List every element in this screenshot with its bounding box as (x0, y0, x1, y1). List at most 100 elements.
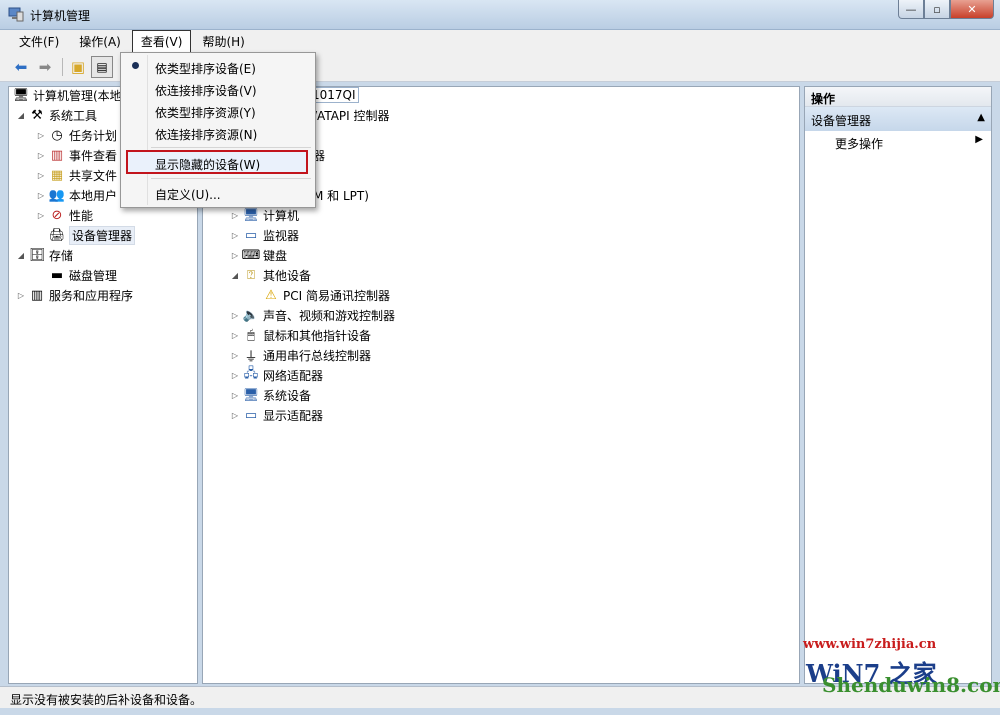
tree-item-storage[interactable]: ◢ 🗄 存储 (15, 245, 73, 265)
more-actions-item[interactable]: 更多操作 ▶ (805, 131, 991, 153)
toolbar-separator (62, 57, 63, 76)
expand-arrow-icon[interactable]: ▷ (35, 151, 47, 160)
menu-sort-resources-by-type[interactable]: 依类型排序资源(Y) (124, 100, 312, 122)
menu-item-label: 自定义(U)... (155, 188, 221, 202)
tree-item-local-users[interactable]: ▷ 👥 本地用户 (35, 185, 117, 205)
computer-mgmt-icon (8, 6, 24, 22)
tools-icon: ⚒ (31, 107, 43, 123)
tree-item-device-manager[interactable]: 🖨 设备管理器 (47, 225, 136, 245)
device-root-partial[interactable]: 1017QI (309, 85, 359, 105)
device-item-monitor[interactable]: ▷ ▭ 监视器 (229, 225, 299, 245)
tree-item-disk-management[interactable]: ▬ 磁盘管理 (47, 265, 117, 285)
device-item-keyboard[interactable]: ▷ ⌨ 键盘 (229, 245, 287, 265)
tree-root[interactable]: 🖥 计算机管理(本地 (11, 85, 122, 105)
menu-bar: 文件(F) 操作(A) 查看(V) 帮助(H) (0, 29, 1000, 53)
menu-item-label: 依连接排序设备(V) (155, 84, 257, 98)
minimize-button[interactable]: — (898, 0, 924, 19)
services-icon: ▥ (30, 287, 44, 303)
window-title: 计算机管理 (30, 9, 91, 23)
device-item-computer[interactable]: ▷ 🖥 计算机 (229, 205, 299, 225)
expand-arrow-icon[interactable]: ▷ (229, 311, 241, 320)
device-item-sound[interactable]: ▷ 🔈 声音、视频和游戏控制器 (229, 305, 395, 325)
menu-action[interactable]: 操作(A) (70, 30, 130, 53)
expand-arrow-icon[interactable]: ▷ (229, 251, 241, 260)
collapse-up-icon[interactable]: ▲ (977, 112, 985, 123)
forward-button[interactable]: ➡ (34, 56, 56, 78)
expand-arrow-icon[interactable]: ▷ (229, 351, 241, 360)
tree-label: 服务和应用程序 (49, 288, 134, 303)
performance-icon: ⊘ (51, 207, 63, 223)
device-item-pci-comm[interactable]: ⚠ PCI 简易通讯控制器 (261, 285, 390, 305)
menu-item-label: 显示隐藏的设备(W) (155, 158, 261, 172)
expand-arrow-icon[interactable]: ▷ (229, 231, 241, 240)
menu-file[interactable]: 文件(F) (10, 30, 68, 53)
device-item-other[interactable]: ◢ ⍰ 其他设备 (229, 265, 311, 285)
tree-label: 系统工具 (49, 108, 98, 123)
expand-arrow-icon[interactable]: ▷ (35, 211, 47, 220)
tree-label: 磁盘管理 (69, 268, 118, 283)
users-icon: 👥 (48, 187, 66, 203)
actions-section-device-manager[interactable]: 设备管理器 ▲ (805, 107, 991, 131)
computer-mgmt-icon: 🖥 (12, 87, 30, 103)
keyboard-icon: ⌨ (241, 247, 261, 263)
device-item-partial[interactable]: /ATAPI 控制器 (313, 105, 390, 125)
tree-label: 本地用户 (69, 188, 118, 203)
tree-item-services-apps[interactable]: ▷ ▥ 服务和应用程序 (15, 285, 133, 305)
menu-show-hidden-devices[interactable]: 显示隐藏的设备(W) (126, 150, 308, 174)
device-item-system[interactable]: ▷ 🖥 系统设备 (229, 385, 311, 405)
expand-arrow-icon[interactable]: ▷ (229, 391, 241, 400)
tree-label: 计算机 (263, 208, 300, 223)
tree-label: 网络适配器 (263, 368, 324, 383)
expand-arrow-icon[interactable]: ▷ (15, 291, 27, 300)
menu-help[interactable]: 帮助(H) (193, 30, 253, 53)
arrow-left-icon: ⬅ (14, 57, 28, 76)
tree-label: 存储 (49, 248, 74, 263)
menu-item-label: 依类型排序设备(E) (155, 62, 256, 76)
device-item-display[interactable]: ▷ ▭ 显示适配器 (229, 405, 323, 425)
tree-item-performance[interactable]: ▷ ⊘ 性能 (35, 205, 93, 225)
actions-pane: 操作 设备管理器 ▲ 更多操作 ▶ (804, 86, 992, 684)
device-item-network[interactable]: ▷ 🖧 网络适配器 (229, 365, 323, 385)
collapse-arrow-icon[interactable]: ◢ (15, 251, 27, 260)
tree-label: 设备管理器 (69, 225, 136, 245)
title-bar: 计算机管理 — ▫ ✕ (0, 0, 1000, 30)
device-item-partial[interactable]: M 和 LPT) (313, 185, 369, 205)
system-device-icon: 🖥 (242, 387, 260, 403)
more-actions-label: 更多操作 (835, 137, 884, 151)
device-item-mouse[interactable]: ▷ 🖱 鼠标和其他指针设备 (229, 325, 371, 345)
tree-item-task-scheduler[interactable]: ▷ ◷ 任务计划 (35, 125, 117, 145)
collapse-arrow-icon[interactable]: ◢ (15, 111, 27, 120)
maximize-button[interactable]: ▫ (924, 0, 950, 19)
watermark-url: www.win7zhijia.cn (803, 637, 937, 652)
unknown-device-icon: ⍰ (247, 267, 255, 283)
menu-sort-resources-by-connection[interactable]: 依连接排序资源(N) (124, 122, 312, 144)
tree-label: 其他设备 (263, 268, 312, 283)
expand-arrow-icon[interactable]: ▷ (35, 171, 47, 180)
tree-item-shared-folders[interactable]: ▷ ▦ 共享文件 (35, 165, 117, 185)
expand-arrow-icon[interactable]: ▷ (229, 331, 241, 340)
device-item-usb[interactable]: ▷ ⏚ 通用串行总线控制器 (229, 345, 371, 365)
expand-arrow-icon[interactable]: ▷ (229, 211, 241, 220)
console-tree-icon: ▤ (96, 59, 108, 74)
menu-view[interactable]: 查看(V) (131, 29, 192, 53)
menu-sort-devices-by-connection[interactable]: 依连接排序设备(V) (124, 78, 312, 100)
expand-arrow-icon[interactable]: ▷ (35, 131, 47, 140)
expand-arrow-icon[interactable]: ▷ (229, 371, 241, 380)
tree-label: 事件查看 (69, 148, 118, 163)
radio-bullet-icon (132, 62, 139, 69)
tree-item-event-viewer[interactable]: ▷ ▥ 事件查看 (35, 145, 117, 165)
back-button[interactable]: ⬅ (10, 56, 32, 78)
collapse-arrow-icon[interactable]: ◢ (229, 271, 241, 280)
tree-item-system-tools[interactable]: ◢ ⚒ 系统工具 (15, 105, 97, 125)
menu-sort-devices-by-type[interactable]: 依类型排序设备(E) (124, 56, 312, 78)
computer-icon: 🖥 (242, 207, 260, 223)
menu-separator (151, 147, 311, 148)
tree-label: PCI 简易通讯控制器 (283, 288, 390, 303)
up-level-button[interactable]: ▣ (67, 56, 89, 78)
close-button[interactable]: ✕ (950, 0, 994, 19)
view-menu-dropdown: 依类型排序设备(E) 依连接排序设备(V) 依类型排序资源(Y) 依连接排序资源… (120, 52, 316, 208)
expand-arrow-icon[interactable]: ▷ (35, 191, 47, 200)
expand-arrow-icon[interactable]: ▷ (229, 411, 241, 420)
show-hide-tree-button[interactable]: ▤ (91, 55, 113, 78)
menu-customize[interactable]: 自定义(U)... (124, 182, 312, 204)
